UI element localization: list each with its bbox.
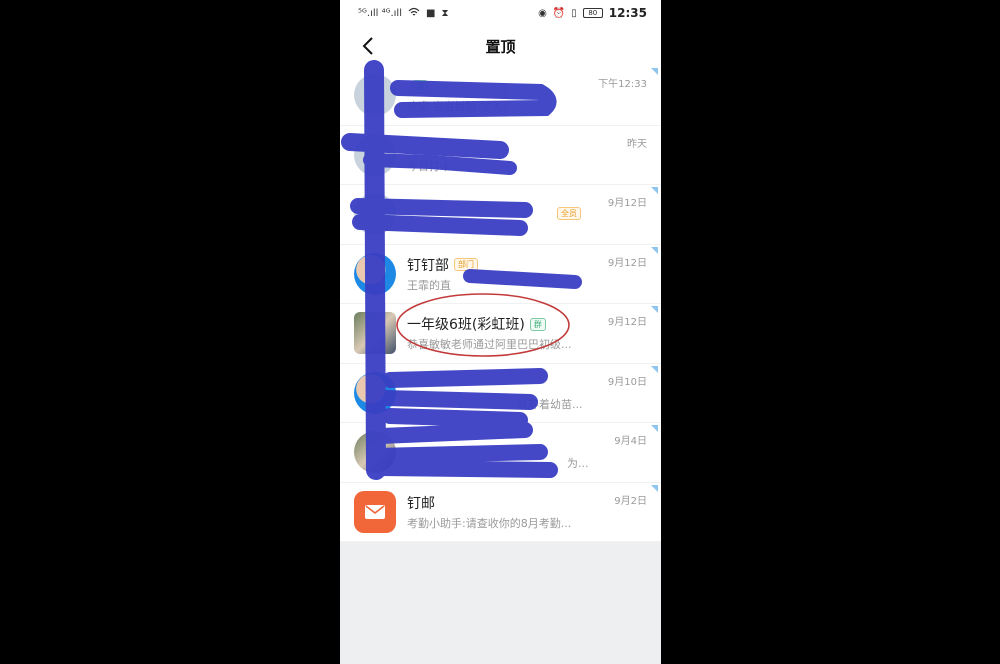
chat-time: 9月10日: [607, 376, 647, 388]
back-button[interactable]: [356, 34, 380, 58]
avatar: [354, 312, 396, 355]
chat-time: 9月12日: [607, 198, 647, 209]
chat-tag: 群: [412, 79, 428, 93]
nav-bar: 置顶: [340, 26, 661, 66]
pinned-corner-icon: [651, 306, 658, 313]
pinned-corner-icon: [651, 246, 658, 254]
pinned-corner-icon: [651, 484, 658, 492]
clock: 12:35: [608, 6, 647, 20]
chat-tag: 部门: [454, 258, 478, 272]
chat-time: 9月4日: [614, 436, 647, 447]
chat-preview: 今日打卡: [407, 159, 451, 173]
chat-row[interactable]: 群 欢迎 当当姐姐 加入 下午12:33: [340, 66, 661, 126]
notification-icon: ■: [425, 7, 436, 19]
battery-icon: 80: [582, 8, 603, 18]
chat-row[interactable]: 今日打卡 昨天: [340, 125, 661, 185]
chat-name: 钉钉部: [407, 257, 449, 274]
pinned-corner-icon: [651, 365, 658, 373]
chat-preview: 考勤小助手:请查收你的8月考勤...: [407, 516, 572, 530]
chat-time: 9月12日: [607, 257, 647, 269]
chat-row[interactable]: 钉钉部 部门 王霏的直 9月12日: [340, 244, 661, 304]
chat-time: 昨天: [627, 138, 647, 150]
chat-time: 下午12:33: [598, 79, 647, 90]
chat-row[interactable]: 为... 9月4日: [340, 423, 661, 483]
avatar: [354, 133, 396, 176]
chevron-left-icon: [362, 37, 373, 55]
eye-icon: ◉: [538, 7, 547, 19]
chat-name: 一年级6班(彩虹班): [407, 317, 525, 334]
avatar: [354, 371, 396, 414]
chat-preview: 王霏的直: [407, 278, 451, 292]
avatar: [354, 193, 396, 236]
avatar: [354, 252, 396, 295]
avatar: [354, 490, 396, 533]
phone-screen: ⁵ᴳ.ıll ⁴ᴳ.ıll ■ ⧗ ◉ ⏰ ▯ 80 12:35 置顶 群 欢迎…: [340, 0, 661, 664]
mail-icon: [365, 504, 385, 519]
chat-tag: 全员: [557, 206, 581, 220]
chat-row[interactable]: 全员 9月12日: [340, 185, 661, 245]
signal-icon: ⁵ᴳ.ıll ⁴ᴳ.ıll: [358, 7, 402, 19]
chat-preview: 滋养着幼苗...: [517, 397, 583, 411]
avatar: [354, 431, 396, 474]
wifi-icon: [408, 7, 420, 20]
chat-preview: 为...: [567, 457, 589, 471]
chat-time: 9月2日: [614, 495, 647, 507]
vibrate-icon: ▯: [571, 7, 577, 19]
chat-row[interactable]: 钉邮 考勤小助手:请查收你的8月考勤... 9月2日: [340, 482, 661, 542]
pinned-corner-icon: [651, 187, 658, 194]
hourglass-icon: ⧗: [441, 7, 449, 19]
chat-preview: 欢迎 当当姐姐 加入: [407, 100, 502, 114]
chat-preview: 恭喜敏敏老师通过阿里巴巴初级...: [407, 338, 572, 352]
alarm-icon: ⏰: [552, 7, 566, 19]
chat-name: 钉邮: [407, 495, 435, 512]
pinned-chat-list: 群 欢迎 当当姐姐 加入 下午12:33 今日打卡 昨天 全员 9月12日 钉钉…: [340, 66, 661, 542]
page-title: 置顶: [485, 37, 516, 56]
chat-row[interactable]: 滋养着幼苗... 9月10日: [340, 363, 661, 423]
pinned-corner-icon: [651, 68, 658, 75]
pinned-corner-icon: [651, 425, 658, 432]
status-bar: ⁵ᴳ.ıll ⁴ᴳ.ıll ■ ⧗ ◉ ⏰ ▯ 80 12:35: [340, 0, 661, 26]
chat-time: 9月12日: [607, 317, 647, 328]
chat-tag: 群: [529, 317, 546, 331]
avatar: [354, 74, 396, 117]
chat-row[interactable]: 一年级6班(彩虹班) 群 恭喜敏敏老师通过阿里巴巴初级... 9月12日: [340, 304, 661, 364]
